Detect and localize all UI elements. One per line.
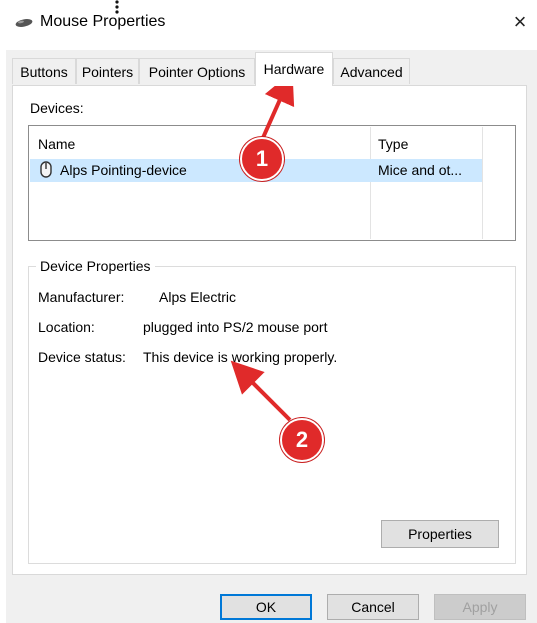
group-title: Device Properties [36,258,155,274]
tab-advanced[interactable]: Advanced [333,58,410,84]
column-header-type[interactable]: Type [378,136,408,152]
column-divider[interactable] [482,127,483,239]
properties-button[interactable]: Properties [381,520,499,548]
column-header-name[interactable]: Name [38,136,75,152]
tab-pointers[interactable]: Pointers [76,58,139,84]
tab-hardware[interactable]: Hardware [255,52,333,86]
mouse-icon [40,161,52,178]
location-value: plugged into PS/2 mouse port [143,319,328,335]
annotation-badge-1: 1 [240,137,284,181]
device-type[interactable]: Mice and ot... [378,162,462,178]
manufacturer-value: Alps Electric [159,289,237,305]
device-status-label: Device status: [38,349,126,365]
column-divider[interactable] [370,127,371,239]
tab-buttons[interactable]: Buttons [12,58,76,84]
apply-button[interactable]: Apply [434,594,526,620]
tab-pointer-options[interactable]: Pointer Options [139,58,255,84]
annotation-badge-2: 2 [280,418,324,462]
cropped-text-fragment [115,0,119,14]
devices-label: Devices: [30,100,84,116]
window-title: Mouse Properties [40,13,166,30]
location-label: Location: [38,319,95,335]
ok-button[interactable]: OK [220,594,312,620]
device-name[interactable]: Alps Pointing-device [60,162,187,178]
manufacturer-label: Manufacturer: [38,289,125,305]
cancel-button[interactable]: Cancel [327,594,419,620]
close-icon[interactable]: × [508,10,532,34]
device-status-value: This device is working properly. [143,349,338,365]
mouse-icon [15,19,33,27]
